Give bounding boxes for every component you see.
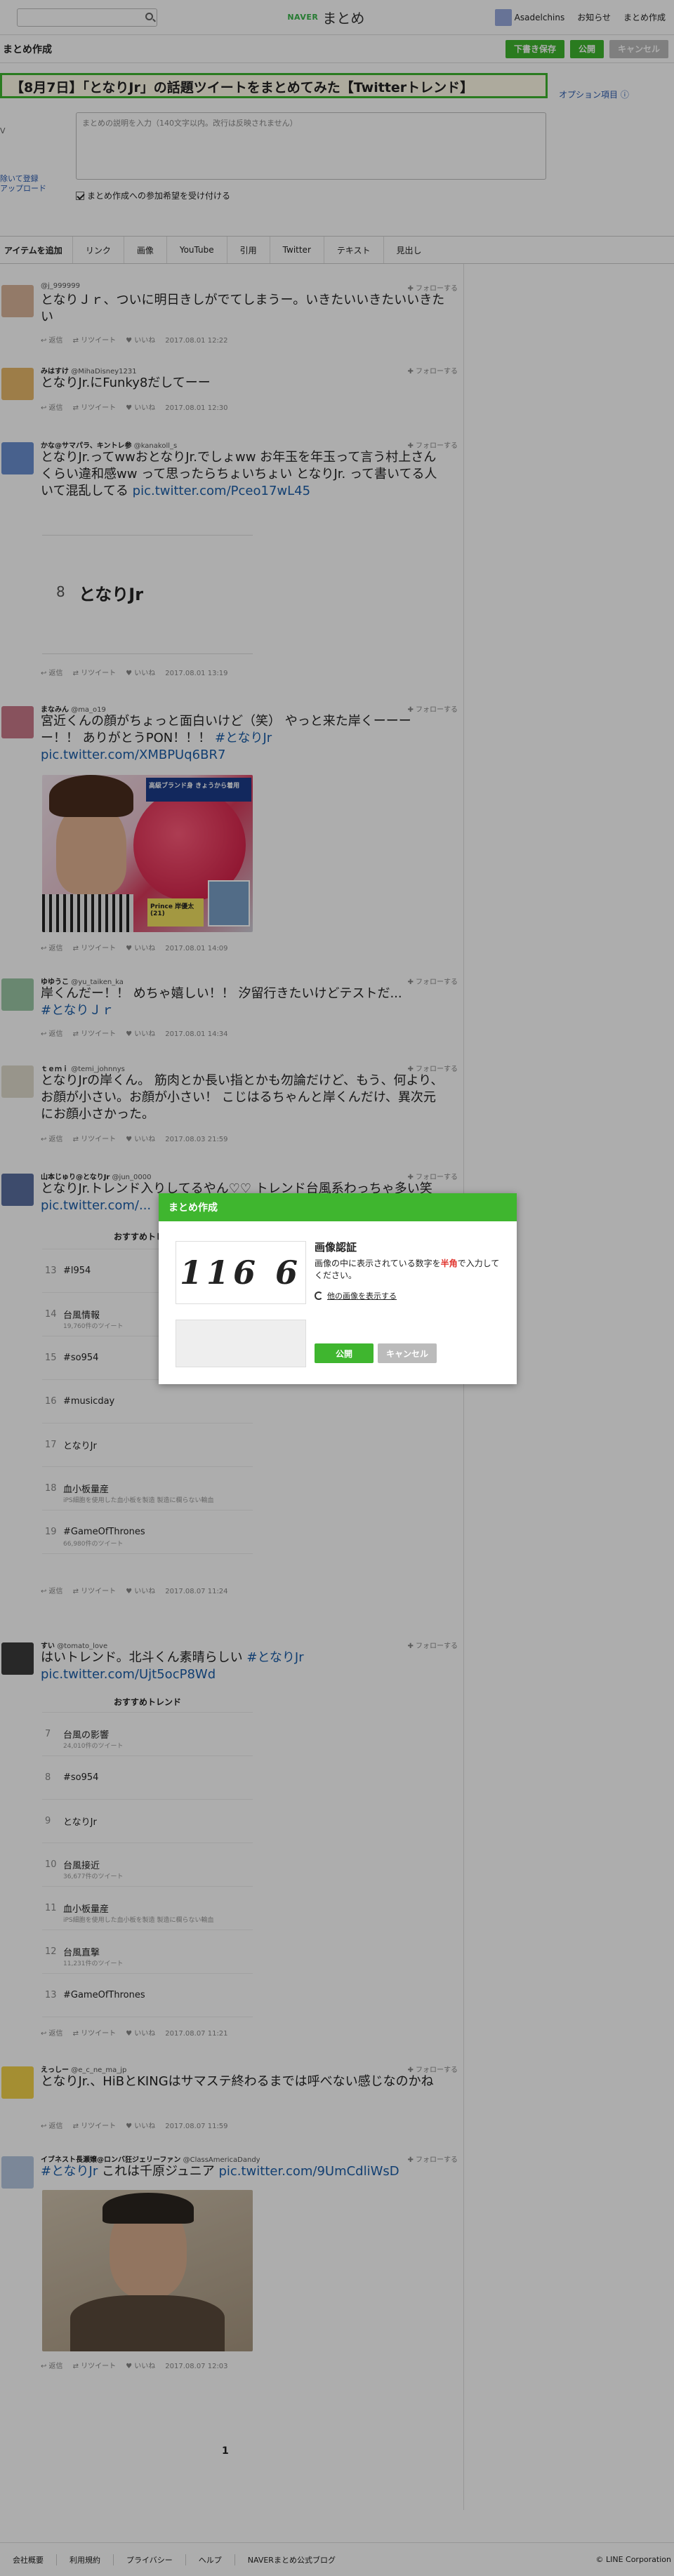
captcha-input[interactable] bbox=[176, 1320, 306, 1367]
modal-title: 画像認証 bbox=[315, 1241, 357, 1254]
captcha-image: 116 6 bbox=[176, 1241, 306, 1304]
modal-header: まとめ作成 bbox=[159, 1193, 517, 1221]
captcha-modal: まとめ作成 116 6 画像認証 画像の中に表示されている数字を半角で入力してく… bbox=[159, 1193, 517, 1384]
reload-icon bbox=[315, 1292, 323, 1300]
modal-publish-button[interactable]: 公開 bbox=[315, 1343, 374, 1363]
modal-description: 画像の中に表示されている数字を半角で入力してください。 bbox=[315, 1259, 500, 1280]
modal-cancel-button[interactable]: キャンセル bbox=[378, 1343, 437, 1363]
other-image-link[interactable]: 他の画像を表示する bbox=[315, 1290, 397, 1301]
